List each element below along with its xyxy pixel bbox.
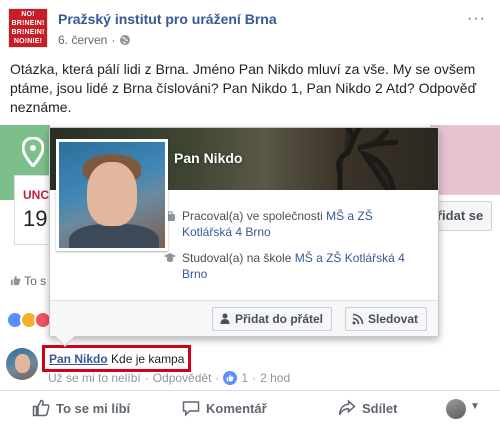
page-logo[interactable]: NO! BR!NEIN! BR!NEIN! NO!NIE! <box>8 8 48 48</box>
add-friend-icon <box>220 313 230 324</box>
comment-actions: Už se mi to nelíbí · Odpovědět · 1 · 2 h… <box>48 371 290 385</box>
share-button[interactable]: Sdílet <box>338 399 397 417</box>
thumbs-up-icon <box>32 399 50 417</box>
map-pin-icon <box>22 137 44 167</box>
deer-silhouette <box>336 128 399 190</box>
post-text: Otázka, která pálí lidi z Brna. Jméno Pa… <box>10 61 477 115</box>
post-meta: 6. červen · <box>58 33 131 47</box>
comment-author-link[interactable]: Pan Nikdo <box>49 352 108 366</box>
comment-icon <box>182 401 200 417</box>
comment-time[interactable]: 2 hod <box>260 371 290 385</box>
viewer-avatar[interactable] <box>446 399 466 419</box>
event-card-label: UNC <box>23 188 49 202</box>
post-date[interactable]: 6. červen <box>58 33 107 47</box>
logo-line: BR!NEIN! <box>11 29 45 36</box>
share-label: Sdílet <box>362 400 398 416</box>
chevron-down-icon[interactable]: ▼ <box>470 401 480 412</box>
work-info: Pracoval(a) ve společnosti MŠ a ZŠ Kotlá… <box>165 208 412 240</box>
page-name-link[interactable]: Pražský institut pro urážení Brna <box>58 11 277 27</box>
image-fragment <box>430 125 500 195</box>
reply-link[interactable]: Odpovědět <box>153 371 212 385</box>
separator: · <box>252 371 257 385</box>
reactions-summary[interactable] <box>6 311 52 329</box>
hovercard-pointer <box>55 327 75 347</box>
profile-hovercard: Pan Nikdo Pracoval(a) ve společnosti MŠ … <box>49 127 439 347</box>
separator: · <box>215 371 220 385</box>
profile-picture[interactable] <box>56 139 168 251</box>
likes-summary-text[interactable]: To s <box>10 274 46 288</box>
comment-bubble: Pan Nikdo Kde je kampa <box>42 345 192 372</box>
comment-avatar[interactable] <box>6 348 38 380</box>
like-count[interactable]: 1 <box>241 371 248 385</box>
logo-line: NO! <box>21 11 35 18</box>
follow-button[interactable]: Sledovat <box>345 307 428 331</box>
share-icon <box>338 399 356 416</box>
post-header: NO! BR!NEIN! BR!NEIN! NO!NIE! Pražský in… <box>0 0 500 56</box>
globe-icon[interactable] <box>119 34 131 46</box>
comment-button[interactable]: Komentář <box>182 399 267 417</box>
comment-label: Komentář <box>206 400 267 416</box>
logo-line: BR!NEIN! <box>11 20 45 27</box>
more-options-icon[interactable]: ··· <box>467 10 486 28</box>
like-button[interactable]: To se mi líbí <box>32 399 130 417</box>
add-friend-label: Přidat do přátel <box>235 312 324 326</box>
event-card-number: 19 <box>23 206 48 231</box>
separator: · <box>111 33 116 47</box>
unlike-link[interactable]: Už se mi to nelíbí <box>48 371 141 385</box>
graduation-cap-icon <box>164 253 176 262</box>
comment-text: Kde je kampa <box>111 352 185 366</box>
join-button[interactable]: řidat se <box>432 201 492 231</box>
study-prefix: Studoval(a) na škole <box>182 251 295 265</box>
separator: · <box>144 371 149 385</box>
education-info: Studoval(a) na škole MŠ a ZŠ Kotlářská 4… <box>164 250 412 282</box>
rss-icon <box>352 313 364 325</box>
work-prefix: Pracoval(a) ve společnosti <box>182 209 327 223</box>
hovercard-actions: Přidat do přátel Sledovat <box>50 300 438 347</box>
like-count-icon[interactable] <box>223 371 238 385</box>
thumbs-up-icon <box>10 275 21 286</box>
profile-name-link[interactable]: Pan Nikdo <box>174 150 242 166</box>
post-action-bar: To se mi líbí Komentář Sdílet ▼ <box>0 390 500 429</box>
add-friend-button[interactable]: Přidat do přátel <box>212 307 333 331</box>
logo-line: NO!NIE! <box>13 38 43 45</box>
likes-label: To s <box>24 274 47 288</box>
like-label: To se mi líbí <box>56 400 131 416</box>
follow-label: Sledovat <box>368 312 419 326</box>
